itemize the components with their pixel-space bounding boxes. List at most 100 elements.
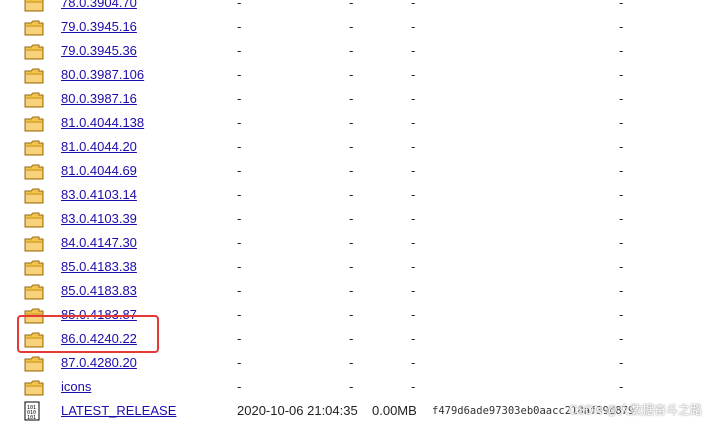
modified-date: - xyxy=(237,91,242,106)
etag-value: - xyxy=(411,283,416,298)
etag-value: - xyxy=(411,259,416,274)
entry-link[interactable]: 79.0.3945.36 xyxy=(61,43,137,58)
etag-placeholder: - xyxy=(619,331,624,346)
folder-icon xyxy=(24,20,44,36)
modified-date: - xyxy=(237,259,242,274)
etag-placeholder: - xyxy=(619,139,624,154)
entry-link[interactable]: 80.0.3987.106 xyxy=(61,67,144,82)
file-size: - xyxy=(349,379,354,394)
modified-date: - xyxy=(237,379,242,394)
etag-placeholder: - xyxy=(619,0,624,10)
entry-link[interactable]: 85.0.4183.83 xyxy=(61,283,137,298)
entry-link[interactable]: 85.0.4183.38 xyxy=(61,259,137,274)
etag-placeholder: - xyxy=(619,211,624,226)
watermark-text: CSDN @大数据奋斗之路 xyxy=(568,403,702,417)
entry-link[interactable]: 81.0.4044.138 xyxy=(61,115,144,130)
entry-link[interactable]: 81.0.4044.69 xyxy=(61,163,137,178)
file-size: - xyxy=(349,331,354,346)
modified-date: - xyxy=(237,67,242,82)
svg-text:101: 101 xyxy=(27,415,36,421)
entry-link[interactable]: 83.0.4103.39 xyxy=(61,211,137,226)
file-size: - xyxy=(349,259,354,274)
etag-value: - xyxy=(411,91,416,106)
listing-row: 81.0.4044.69 - - - - xyxy=(0,159,716,183)
etag-placeholder: - xyxy=(619,67,624,82)
folder-icon xyxy=(24,44,44,60)
etag-value: - xyxy=(411,355,416,370)
etag-placeholder: - xyxy=(619,355,624,370)
etag-value: - xyxy=(411,67,416,82)
entry-link[interactable]: 79.0.3945.16 xyxy=(61,19,137,34)
binary-file-icon: 101 010 101 xyxy=(24,401,40,421)
file-size: - xyxy=(349,187,354,202)
folder-icon xyxy=(24,92,44,108)
listing-row: 85.0.4183.38 - - - - xyxy=(0,255,716,279)
modified-date: - xyxy=(237,235,242,250)
folder-icon xyxy=(24,140,44,156)
modified-date: - xyxy=(237,211,242,226)
etag-value: - xyxy=(411,139,416,154)
folder-icon xyxy=(24,116,44,132)
file-size: - xyxy=(349,235,354,250)
listing-row: 83.0.4103.14 - - - - xyxy=(0,183,716,207)
etag-value: - xyxy=(411,211,416,226)
entry-link[interactable]: 84.0.4147.30 xyxy=(61,235,137,250)
entry-link[interactable]: 87.0.4280.20 xyxy=(61,355,137,370)
file-size: - xyxy=(349,19,354,34)
entry-link[interactable]: 78.0.3904.70 xyxy=(61,0,137,10)
modified-date: - xyxy=(237,43,242,58)
etag-placeholder: - xyxy=(619,187,624,202)
listing-row: 79.0.3945.16 - - - - xyxy=(0,15,716,39)
listing-row: 81.0.4044.20 - - - - xyxy=(0,135,716,159)
listing-row: 81.0.4044.138 - - - - xyxy=(0,111,716,135)
entry-link[interactable]: 81.0.4044.20 xyxy=(61,139,137,154)
etag-value: - xyxy=(411,0,416,10)
entry-link[interactable]: icons xyxy=(61,379,91,394)
modified-date: - xyxy=(237,19,242,34)
folder-icon xyxy=(24,260,44,276)
etag-value: - xyxy=(411,307,416,322)
etag-placeholder: - xyxy=(619,379,624,394)
directory-listing: 78.0.3904.70 - - - - 79.0.3945.16 - - - - 79.0.394… xyxy=(0,0,716,423)
modified-date: - xyxy=(237,115,242,130)
modified-date: - xyxy=(237,307,242,322)
etag-placeholder: - xyxy=(619,91,624,106)
entry-link[interactable]: 80.0.3987.16 xyxy=(61,91,137,106)
entry-link[interactable]: LATEST_RELEASE xyxy=(61,403,176,418)
entry-link[interactable]: 83.0.4103.14 xyxy=(61,187,137,202)
listing-row: 78.0.3904.70 - - - - xyxy=(0,0,716,15)
listing-row: 79.0.3945.36 - - - - xyxy=(0,39,716,63)
etag-placeholder: - xyxy=(619,235,624,250)
listing-row: 80.0.3987.16 - - - - xyxy=(0,87,716,111)
modified-date: - xyxy=(237,163,242,178)
etag-value: - xyxy=(411,331,416,346)
file-size: - xyxy=(349,283,354,298)
etag-value: - xyxy=(411,19,416,34)
folder-icon xyxy=(24,188,44,204)
etag-value: - xyxy=(411,187,416,202)
etag-value: - xyxy=(411,163,416,178)
listing-row: 80.0.3987.106 - - - - xyxy=(0,63,716,87)
file-size: - xyxy=(349,43,354,58)
folder-icon xyxy=(24,0,44,12)
etag-value: - xyxy=(411,235,416,250)
etag-value: - xyxy=(411,379,416,394)
folder-icon xyxy=(24,68,44,84)
highlight-annotation-box xyxy=(17,315,159,353)
folder-icon xyxy=(24,164,44,180)
etag-placeholder: - xyxy=(619,19,624,34)
modified-date: - xyxy=(237,331,242,346)
folder-icon xyxy=(24,212,44,228)
listing-row: icons - - - - xyxy=(0,375,716,399)
modified-date: - xyxy=(237,139,242,154)
listing-row: 84.0.4147.30 - - - - xyxy=(0,231,716,255)
file-size: - xyxy=(349,211,354,226)
modified-date: - xyxy=(237,0,242,10)
file-size: - xyxy=(349,163,354,178)
listing-row: 87.0.4280.20 - - - - xyxy=(0,351,716,375)
file-size: - xyxy=(349,91,354,106)
modified-date: - xyxy=(237,283,242,298)
folder-icon xyxy=(24,284,44,300)
etag-value: - xyxy=(411,115,416,130)
etag-placeholder: - xyxy=(619,259,624,274)
